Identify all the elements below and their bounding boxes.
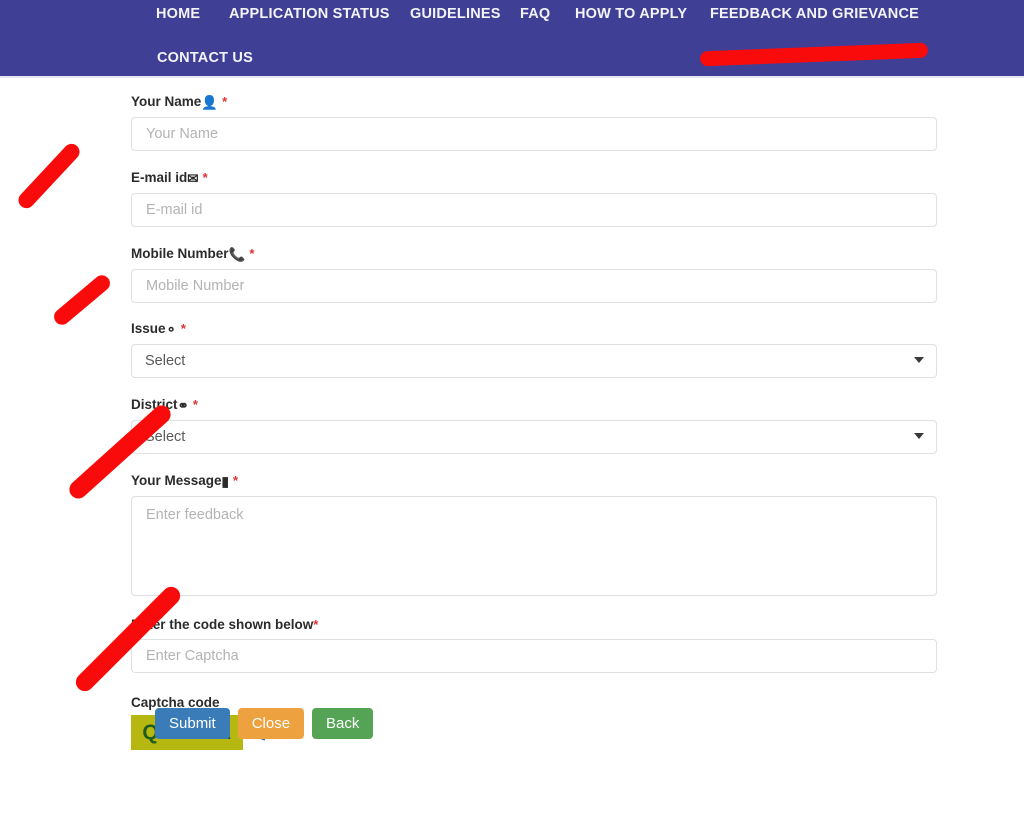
label-district-text: District <box>131 397 178 412</box>
your-name-input[interactable] <box>131 117 937 151</box>
field-issue: Issue⚬ * Select <box>131 321 937 378</box>
issue-select-wrapper[interactable]: Select <box>131 344 937 378</box>
required-asterisk: * <box>202 170 208 185</box>
nav-item-guidelines[interactable]: GUIDELINES <box>410 6 501 22</box>
nav-item-how-to-apply[interactable]: HOW TO APPLY <box>575 6 687 22</box>
label-mobile-number: Mobile Number📞 * <box>131 246 937 263</box>
required-asterisk: * <box>192 397 198 412</box>
issue-select[interactable] <box>131 344 937 378</box>
label-issue-text: Issue <box>131 321 166 336</box>
label-captcha-input: Enter the code shown below* <box>131 617 937 633</box>
close-button[interactable]: Close <box>237 708 305 739</box>
required-asterisk: * <box>313 617 319 632</box>
main-navigation-bar: HOME APPLICATION STATUS GUIDELINES FAQ H… <box>0 0 1024 78</box>
required-asterisk: * <box>249 246 255 261</box>
field-mobile-number: Mobile Number📞 * <box>131 246 937 303</box>
your-message-textarea[interactable] <box>131 496 937 596</box>
nav-item-application-status[interactable]: APPLICATION STATUS <box>229 6 390 22</box>
annotation-arrow-name-field <box>15 140 83 212</box>
nav-row-secondary: CONTACT US <box>0 44 1024 71</box>
nav-item-feedback-and-grievance[interactable]: FEEDBACK AND GRIEVANCE <box>710 6 919 22</box>
nav-item-home[interactable]: HOME <box>156 6 200 22</box>
submit-button[interactable]: Submit <box>155 708 230 739</box>
field-district: District⚭ * Select <box>131 397 937 454</box>
label-captcha-input-text: Enter the code shown below <box>131 617 314 632</box>
comment-icon: ▮ <box>221 474 229 489</box>
mobile-number-input[interactable] <box>131 269 937 303</box>
user-icon: 👤 <box>201 95 219 110</box>
envelope-icon: ✉ <box>187 171 199 186</box>
label-your-message-text: Your Message <box>131 473 222 488</box>
question-circle-icon: ⚬ <box>165 322 177 337</box>
required-asterisk: * <box>232 473 239 488</box>
label-your-message: Your Message▮ * <box>131 473 937 490</box>
globe-icon: ⚭ <box>177 398 189 413</box>
required-asterisk: * <box>180 321 186 336</box>
nav-row-primary: HOME APPLICATION STATUS GUIDELINES FAQ H… <box>0 0 1024 27</box>
label-your-name-text: Your Name <box>131 94 202 109</box>
nav-item-faq[interactable]: FAQ <box>520 6 550 22</box>
form-action-buttons: Submit Close Back <box>155 708 374 739</box>
captcha-input[interactable] <box>131 639 937 673</box>
label-email-text: E-mail id <box>131 170 188 185</box>
required-asterisk: * <box>222 94 228 109</box>
label-mobile-number-text: Mobile Number <box>131 246 229 261</box>
nav-item-contact-us[interactable]: CONTACT US <box>157 50 253 66</box>
back-button[interactable]: Back <box>312 708 374 739</box>
district-select-wrapper[interactable]: Select <box>131 420 937 454</box>
district-select[interactable] <box>131 420 937 454</box>
label-your-name: Your Name👤 * <box>131 94 937 111</box>
field-your-message: Your Message▮ * <box>131 473 937 601</box>
field-captcha-input: Enter the code shown below* <box>131 617 937 673</box>
email-input[interactable] <box>131 193 937 227</box>
phone-icon: 📞 <box>228 247 246 262</box>
field-email: E-mail id✉ * <box>131 170 937 227</box>
label-issue: Issue⚬ * <box>131 321 937 338</box>
field-your-name: Your Name👤 * <box>131 94 937 151</box>
label-district: District⚭ * <box>131 397 937 414</box>
label-email: E-mail id✉ * <box>131 170 937 187</box>
annotation-arrow-mobile-field <box>50 272 114 328</box>
feedback-and-grievance-page: HOME APPLICATION STATUS GUIDELINES FAQ H… <box>0 0 1024 816</box>
